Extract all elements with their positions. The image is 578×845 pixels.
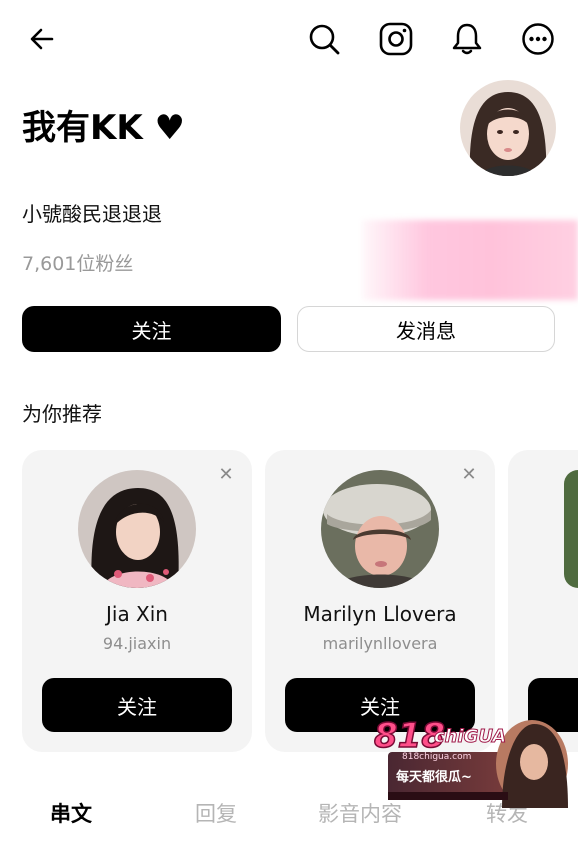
more-button[interactable] [518, 19, 558, 59]
suggestion-name[interactable]: Marilyn Llovera [265, 602, 495, 626]
suggestion-card[interactable]: ✕ Jia Xin 94.jiaxin 关注 [22, 450, 252, 752]
suggestion-handle: marilynllovera [322, 634, 438, 653]
bell-icon [452, 23, 482, 55]
watermark-ad: 818 chiGUA 818chigua.com 每天都很瓜~ [372, 715, 572, 808]
suggestion-name[interactable]: Jia Xin [22, 602, 252, 626]
suggestion-avatar[interactable] [321, 470, 439, 588]
ad-slogan: 每天都很瓜~ [396, 770, 472, 785]
suggestion-avatar[interactable] [564, 470, 578, 588]
suggestion-follow-button[interactable]: 关注 [42, 678, 232, 732]
arrow-left-icon [30, 28, 54, 50]
tab-replies[interactable]: 回复 [195, 798, 237, 828]
suggestion-avatar[interactable] [78, 470, 196, 588]
suggestion-handle: 94.jiaxin [102, 634, 172, 653]
notifications-button[interactable] [447, 19, 487, 59]
followers-count[interactable]: 7,601位粉丝 [22, 249, 133, 276]
suggestion-card[interactable]: ✕ Marilyn Llovera marilynllovera 关注 [265, 450, 495, 752]
tab-threads[interactable]: 串文 [50, 798, 92, 828]
profile-name: 我有KK ♥ [22, 108, 186, 148]
ad-url: 818chigua.com [402, 752, 472, 762]
profile-avatar[interactable] [460, 80, 556, 176]
suggestion-card-partial[interactable] [508, 450, 578, 752]
ad-brand: chiGUA [433, 726, 507, 748]
top-bar [0, 0, 578, 80]
recommendations-title: 为你推荐 [22, 402, 102, 426]
profile-bio: 小號酸民退退退 [22, 202, 162, 226]
search-button[interactable] [304, 19, 344, 59]
follow-button[interactable]: 关注 [22, 306, 281, 352]
close-icon[interactable]: ✕ [461, 466, 477, 484]
back-button[interactable] [22, 19, 62, 59]
message-button[interactable]: 发消息 [297, 306, 555, 352]
more-horizontal-icon [522, 23, 554, 55]
instagram-icon [379, 22, 413, 56]
instagram-button[interactable] [376, 19, 416, 59]
search-icon [309, 24, 340, 55]
close-icon[interactable]: ✕ [218, 466, 234, 484]
blurred-overlay [362, 220, 578, 300]
